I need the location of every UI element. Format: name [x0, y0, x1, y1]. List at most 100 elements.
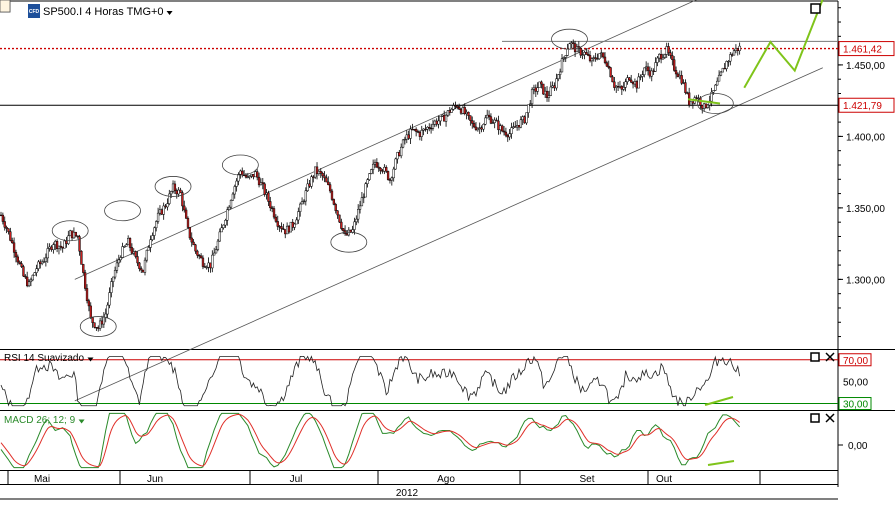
candle-body [686, 92, 689, 94]
candle-body [362, 196, 365, 199]
candle-body [413, 128, 416, 131]
candle-body [721, 67, 724, 73]
candle-body [510, 127, 513, 134]
candle-body [203, 266, 206, 268]
rsi-level-labels: 70,00 50,00 30,00 [838, 353, 872, 411]
candle-body [714, 84, 717, 91]
candle-body [450, 109, 453, 113]
candle-body [433, 120, 436, 125]
candle-body [659, 53, 663, 60]
candle-body [601, 52, 605, 58]
candle-body [701, 105, 704, 109]
candle-body [459, 108, 463, 114]
candle-body [684, 82, 687, 93]
candle-body [143, 259, 147, 273]
candle-body [603, 56, 607, 63]
candle-body [98, 320, 102, 329]
candle-body [370, 169, 373, 174]
candle-body [717, 74, 721, 82]
candle-body [315, 166, 319, 174]
candle-body [656, 57, 659, 63]
candle-body [646, 66, 650, 72]
candle-body [95, 327, 98, 329]
candle-body [570, 42, 573, 45]
candle-body [314, 166, 317, 178]
candle-body [517, 125, 521, 128]
candle-body [508, 133, 511, 138]
candle-body [396, 152, 399, 160]
rsi-level-label: 70,00 [843, 356, 868, 367]
candle-body [151, 235, 154, 240]
candle-body [342, 228, 345, 231]
candle-body [170, 191, 173, 195]
candle-body [358, 205, 362, 210]
candle-body [452, 105, 455, 110]
candle-body [108, 292, 111, 306]
candle-body [628, 77, 631, 81]
candle-body [471, 120, 474, 124]
candle-body [622, 87, 625, 90]
candle-body [97, 327, 100, 329]
candle-body [555, 78, 558, 89]
candle-body [327, 181, 330, 185]
candle-body [609, 67, 612, 78]
candle-body [575, 46, 579, 53]
candle-body [400, 146, 403, 157]
candle-body [731, 54, 734, 56]
candle-body [414, 128, 418, 132]
maximize-icon[interactable] [810, 352, 820, 362]
candle-body [426, 126, 429, 130]
candle-body [250, 173, 253, 177]
candle-body [297, 211, 300, 221]
candle-body [241, 170, 244, 176]
candle-body [175, 190, 178, 195]
month-label: Ago [437, 474, 455, 485]
candle-body [209, 262, 212, 269]
candle-body [590, 58, 594, 62]
candle-body [355, 218, 358, 223]
candle-body [226, 209, 229, 221]
candle-body [115, 262, 119, 271]
candle-body [244, 175, 248, 178]
candle-body [704, 103, 708, 108]
candle-body [218, 231, 221, 242]
candle-body [284, 229, 287, 235]
candle-body [435, 120, 438, 125]
candle-body [130, 247, 134, 254]
candle-body [540, 81, 543, 85]
candle-body [411, 128, 414, 131]
candle-body [538, 81, 541, 88]
candle-body [22, 266, 25, 277]
candle-body [166, 203, 169, 208]
candle-body [69, 230, 72, 237]
candle-body [398, 152, 401, 157]
candle-body [310, 176, 313, 187]
candle-body [499, 125, 502, 131]
candle-body [379, 167, 382, 171]
candle-body [308, 183, 311, 187]
candle-body [674, 70, 678, 75]
candle-body [532, 87, 536, 90]
candle-body [227, 206, 231, 210]
price-tick-label: 1.350,00 [846, 204, 885, 215]
candle-body [117, 259, 120, 264]
maximize-icon[interactable] [810, 413, 820, 423]
candle-body [82, 264, 85, 273]
candle-body [261, 182, 264, 185]
candle-body [600, 52, 603, 54]
candle-body [691, 101, 695, 104]
candle-body [158, 209, 162, 214]
candle-body [207, 262, 210, 268]
candle-body [334, 204, 337, 211]
maximize-icon[interactable] [810, 3, 821, 14]
candle-body [495, 119, 498, 122]
candle-body [364, 183, 367, 198]
candle-body [439, 116, 442, 122]
candle-body [312, 176, 315, 178]
candle-body [134, 251, 137, 257]
candle-body [42, 261, 46, 263]
candle-body [386, 171, 390, 180]
candle-body [482, 123, 485, 130]
candle-body [113, 270, 117, 278]
month-label: Jul [290, 474, 303, 485]
